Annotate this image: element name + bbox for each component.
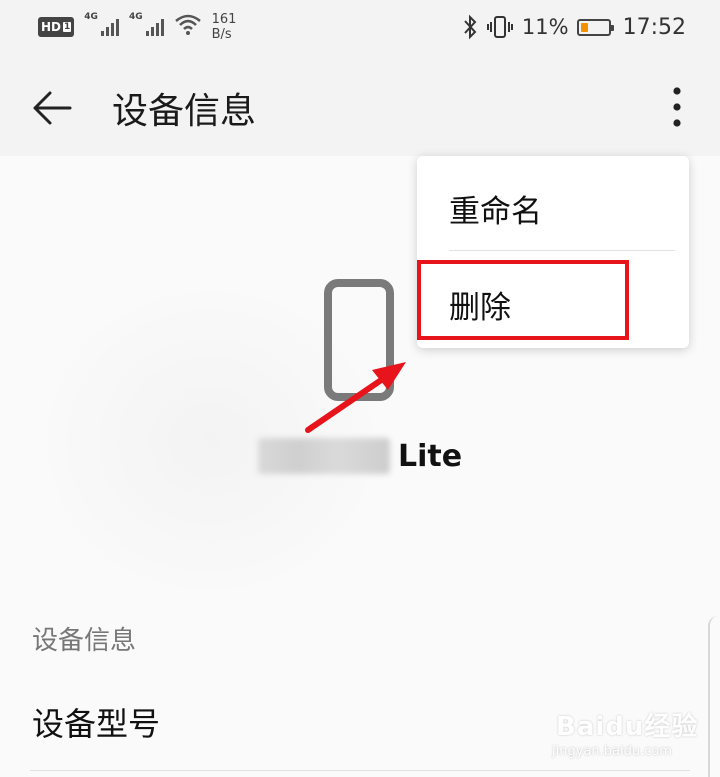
signal-icon-sim2: 4G xyxy=(129,12,164,36)
device-model-row[interactable]: 设备型号 xyxy=(32,699,160,745)
hd-icon: HD 1 xyxy=(38,17,75,37)
status-bar-right: 11% 17:52 xyxy=(462,14,686,40)
highlight-box xyxy=(417,260,629,340)
speed-value: 161 xyxy=(211,12,237,27)
watermark: Baidu经验 jingyan.baidu.com xyxy=(548,700,720,777)
signal-tag: 4G xyxy=(84,12,98,22)
more-vertical-icon[interactable] xyxy=(662,84,692,130)
status-bar: HD 1 4G 4G 161 B/s 11% 17:52 xyxy=(0,0,720,58)
battery-icon xyxy=(576,18,614,36)
battery-fill xyxy=(580,22,588,32)
menu-item-rename[interactable]: 重命名 xyxy=(417,156,689,248)
status-time: 17:52 xyxy=(622,14,686,40)
device-name: Lite xyxy=(258,436,462,476)
section-header-device-info: 设备信息 xyxy=(32,626,137,656)
menu-item-label: 重命名 xyxy=(449,194,542,230)
watermark-url: jingyan.baidu.com xyxy=(552,744,672,759)
watermark-logo: Baidu经验 xyxy=(556,712,699,742)
phone-icon xyxy=(324,279,394,401)
signal-icon-sim1: 4G xyxy=(84,12,119,36)
app-bar: 设备信息 xyxy=(0,58,720,156)
sim-label: 1 xyxy=(63,22,72,32)
hd-label: HD xyxy=(41,20,62,34)
status-bar-left: HD 1 4G 4G 161 B/s xyxy=(38,12,236,42)
speed-unit: B/s xyxy=(211,27,232,42)
back-arrow-icon[interactable] xyxy=(30,86,74,130)
vibrate-icon xyxy=(486,16,513,38)
signal-tag: 4G xyxy=(128,12,143,22)
wifi-icon xyxy=(174,14,201,35)
device-name-suffix: Lite xyxy=(398,438,463,474)
menu-divider xyxy=(449,250,675,251)
battery-percent: 11% xyxy=(521,15,569,39)
page-title: 设备信息 xyxy=(112,91,257,132)
network-speed: 161 B/s xyxy=(212,12,237,42)
device-name-blurred xyxy=(258,438,390,474)
bluetooth-icon xyxy=(464,14,477,40)
